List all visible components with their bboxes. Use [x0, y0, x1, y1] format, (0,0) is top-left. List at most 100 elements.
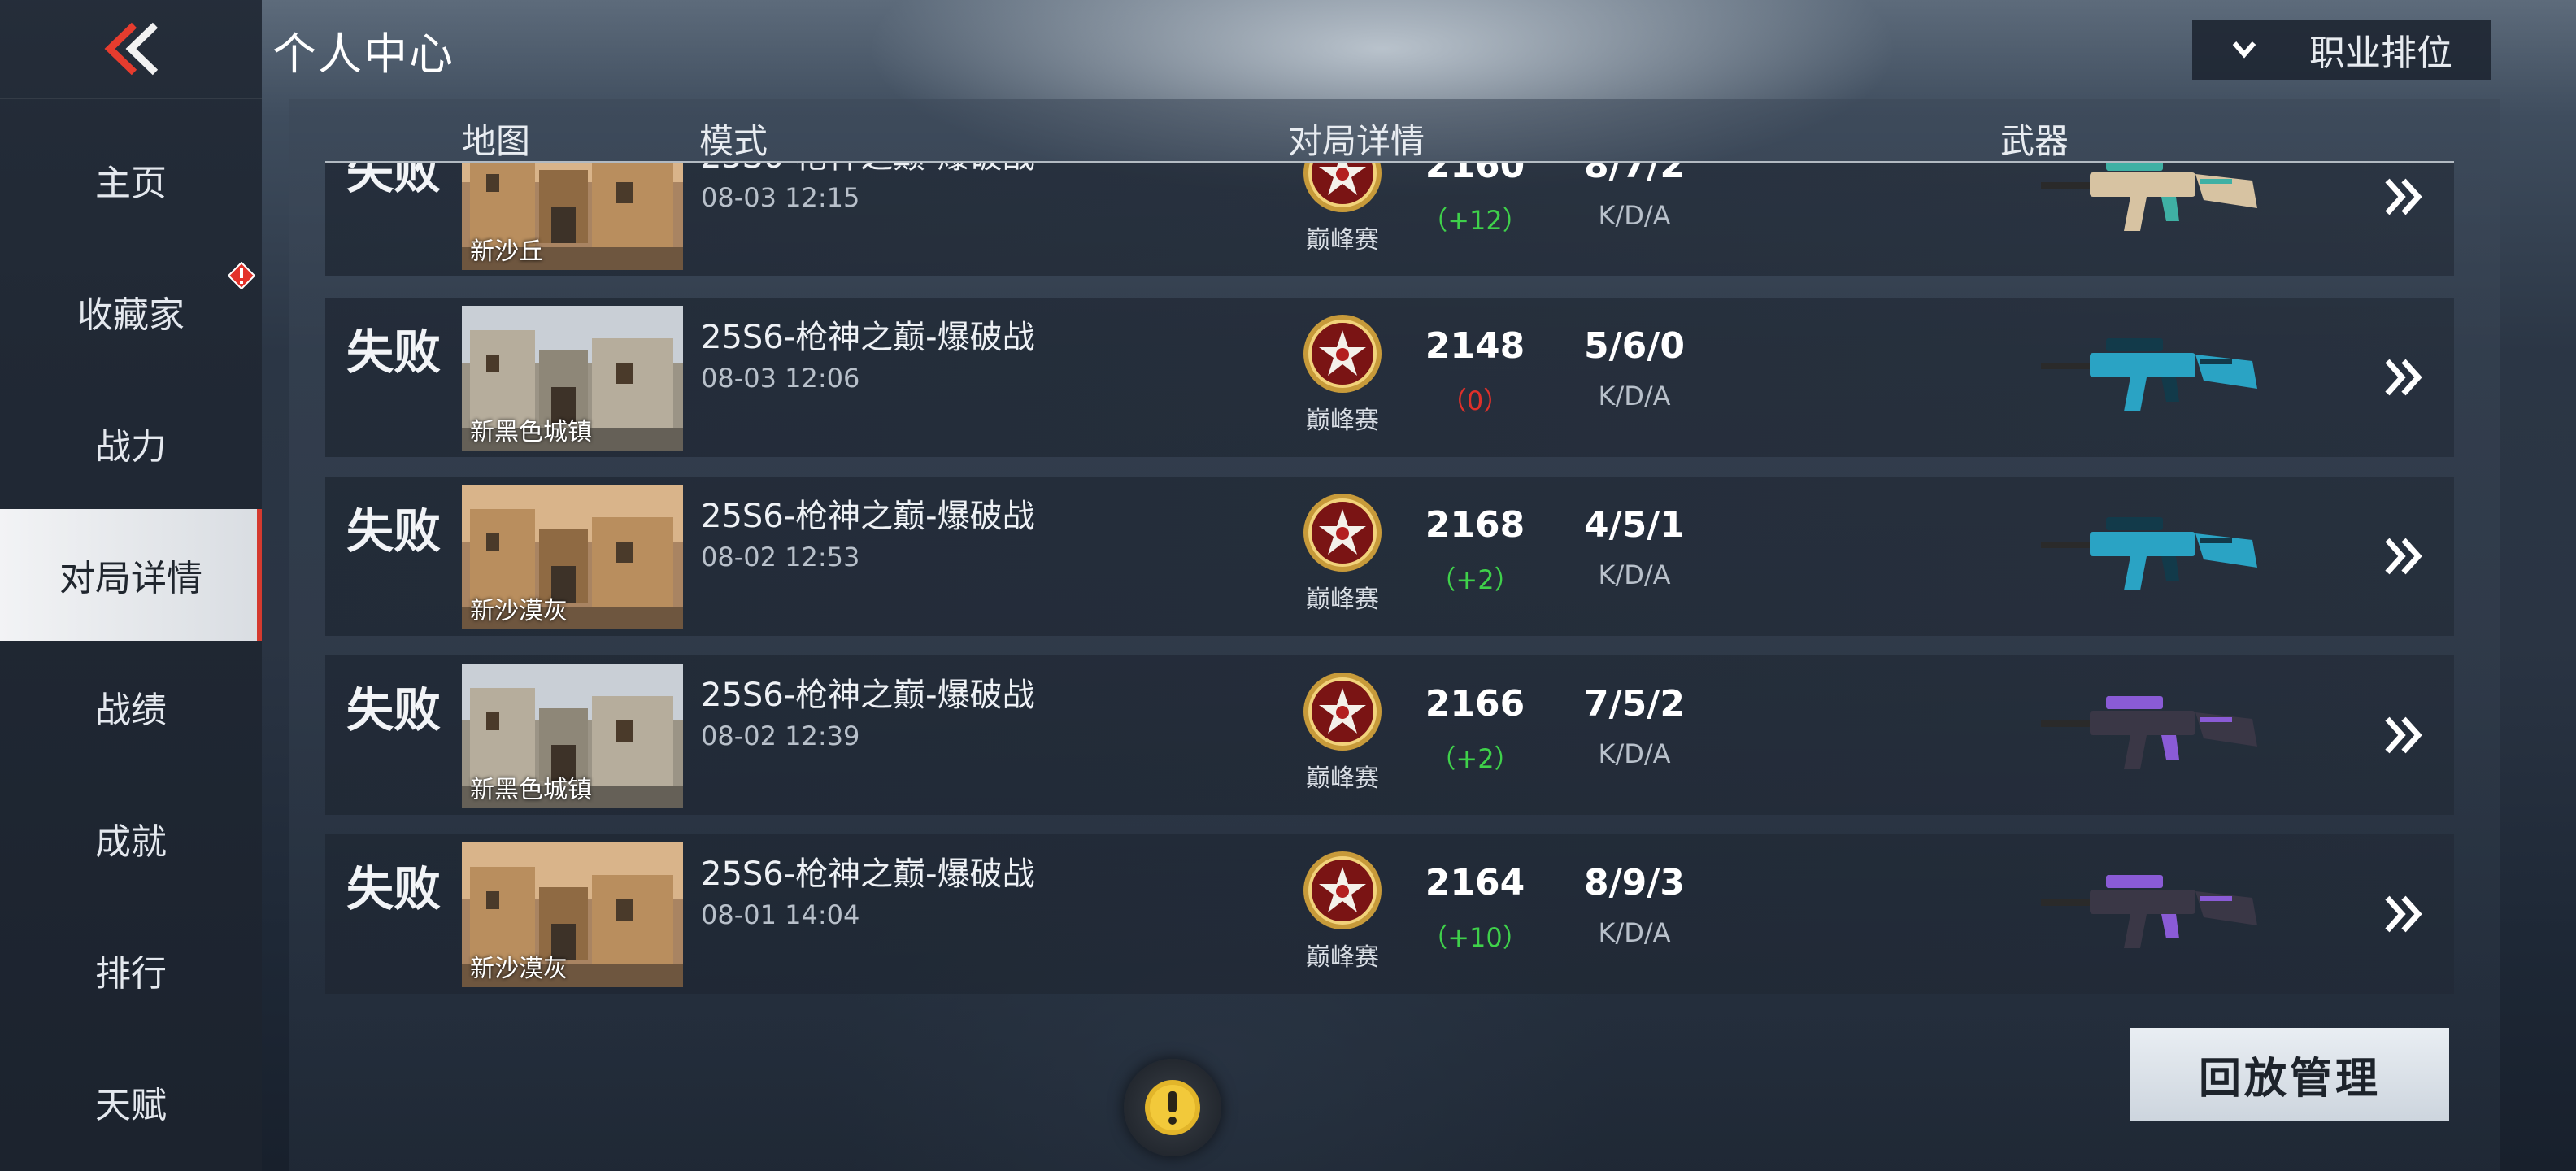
kda-label: K/D/A	[1598, 381, 1671, 411]
double-chevron-right-icon	[2385, 178, 2422, 215]
sidebar-item[interactable]: 战力	[0, 377, 262, 509]
weapon-icon	[2041, 517, 2257, 590]
double-chevron-right-icon	[2385, 716, 2422, 754]
exclamation-icon	[1145, 1080, 1200, 1135]
kda-value: 7/5/2	[1584, 683, 1685, 725]
chevron-down-icon	[2232, 41, 2256, 59]
match-result: 失败	[346, 682, 442, 738]
double-chevron-left-icon	[104, 22, 159, 76]
match-mode: 25S6-枪神之巅-爆破战	[701, 855, 1035, 893]
map-thumbnail: 新沙漠灰	[462, 842, 683, 987]
ranked-mode-dropdown[interactable]: 职业排位	[2192, 20, 2491, 80]
sidebar-item-label: 收藏家	[77, 294, 185, 336]
sidebar-item-label: 对局详情	[59, 558, 202, 599]
map-thumbnail: 新沙丘	[462, 163, 683, 270]
kda-label: K/D/A	[1598, 200, 1671, 231]
match-detail-button[interactable]	[2371, 345, 2436, 410]
alert-badge-icon	[228, 262, 255, 289]
map-thumbnail: 新黑色城镇	[462, 664, 683, 808]
weapon-icon	[2041, 338, 2257, 411]
rank-score: 2166	[1425, 683, 1525, 725]
sidebar-item[interactable]: 对局详情	[0, 509, 262, 641]
weapon-icon	[2041, 696, 2257, 769]
match-row[interactable]: 失败 新黑色城镇 25S6-枪神之巅-爆破战 08-03 12:06 巅峰赛 2148 （0…	[325, 298, 2454, 457]
match-detail-button[interactable]	[2371, 882, 2436, 947]
map-name: 新沙漠灰	[470, 597, 568, 625]
map-thumbnail: 新黑色城镇	[462, 306, 683, 451]
map-name: 新沙漠灰	[470, 955, 568, 983]
sidebar-item-label: 战绩	[95, 690, 167, 731]
match-detail-button[interactable]	[2371, 164, 2436, 229]
rank-score: 2160	[1425, 163, 1525, 186]
match-result: 失败	[346, 163, 442, 199]
match-time: 08-02 12:53	[701, 542, 860, 572]
match-type-label: 巅峰赛	[1306, 586, 1379, 614]
sidebar-item[interactable]: 战绩	[0, 641, 262, 773]
weapon-icon	[2041, 875, 2257, 948]
sidebar-nav: 主页收藏家战力对局详情战绩成就排行天赋	[0, 114, 262, 1168]
match-row[interactable]: 失败新黑色城镇 25S6-枪神之巅-爆破战 08-02 12:39 巅峰赛 2166 （+…	[325, 655, 2454, 815]
map-name: 新黑色城镇	[470, 418, 592, 446]
rank-score: 2148	[1425, 325, 1525, 367]
kda-value: 5/6/0	[1584, 325, 1685, 367]
kda-value: 8/7/2	[1584, 163, 1685, 186]
peak-match-medal-icon	[1303, 673, 1382, 751]
sidebar-item-label: 排行	[95, 953, 167, 995]
match-row[interactable]: 失败 新沙漠灰 25S6-枪神之巅-爆破战 08-02 12:53 巅峰赛 2168 （+2…	[325, 477, 2454, 636]
map-name: 新黑色城镇	[470, 776, 592, 804]
sidebar-item[interactable]: 天赋	[0, 1036, 262, 1168]
match-time: 08-03 12:06	[701, 363, 860, 394]
kda-value: 8/9/3	[1584, 862, 1685, 903]
sidebar-item[interactable]: 收藏家	[0, 246, 262, 377]
double-chevron-right-icon	[2385, 538, 2422, 575]
sidebar-item-label: 战力	[95, 426, 167, 468]
sidebar: 主页收藏家战力对局详情战绩成就排行天赋	[0, 0, 262, 1171]
score-delta: （+12）	[1421, 205, 1529, 236]
match-mode: 25S6-枪神之巅-爆破战	[701, 319, 1035, 356]
match-time: 08-02 12:39	[701, 720, 860, 751]
match-mode: 25S6-枪神之巅-爆破战	[701, 163, 1035, 177]
column-header-map: 地图	[462, 121, 531, 161]
match-list[interactable]: 失败新沙丘25S6-枪神之巅-爆破战08-03 12:15巅峰赛2160（+12…	[325, 163, 2454, 1000]
map-name: 新沙丘	[470, 237, 543, 266]
match-type-label: 巅峰赛	[1306, 764, 1379, 793]
sidebar-item[interactable]: 排行	[0, 904, 262, 1036]
rank-score: 2168	[1425, 504, 1525, 546]
peak-match-medal-icon	[1303, 494, 1382, 572]
match-type-label: 巅峰赛	[1306, 226, 1379, 255]
peak-match-medal-icon	[1303, 851, 1382, 929]
match-result: 失败	[346, 861, 442, 916]
match-mode: 25S6-枪神之巅-爆破战	[701, 498, 1035, 535]
sidebar-item-label: 天赋	[95, 1085, 167, 1126]
double-chevron-right-icon	[2385, 895, 2422, 933]
match-mode: 25S6-枪神之巅-爆破战	[701, 677, 1035, 714]
kda-label: K/D/A	[1598, 738, 1671, 769]
replay-management-button[interactable]: 回放管理	[2130, 1028, 2449, 1121]
match-row[interactable]: 失败 新沙漠灰 25S6-枪神之巅-爆破战 08-01 14:04 巅峰赛 2164 （+1…	[325, 834, 2454, 994]
alert-button[interactable]	[1124, 1059, 1221, 1156]
kda-label: K/D/A	[1598, 559, 1671, 590]
score-delta: （0）	[1440, 385, 1510, 416]
column-header-details: 对局详情	[1288, 121, 1425, 161]
match-detail-button[interactable]	[2371, 703, 2436, 768]
match-type-label: 巅峰赛	[1306, 943, 1379, 972]
match-row[interactable]: 失败新沙丘 25S6-枪神之巅-爆破战 08-03 12:15 巅峰赛 2160 （+12…	[325, 163, 2454, 276]
score-delta: （+10）	[1421, 922, 1529, 953]
sidebar-item[interactable]: 成就	[0, 773, 262, 904]
ranked-mode-label: 职业排位	[2309, 33, 2452, 74]
column-header-mode: 模式	[699, 121, 768, 161]
back-button[interactable]	[0, 0, 262, 99]
match-time: 08-03 12:15	[701, 182, 860, 213]
page-title: 个人中心	[272, 28, 455, 80]
match-detail-button[interactable]	[2371, 524, 2436, 589]
match-result: 失败	[346, 324, 442, 380]
map-thumbnail: 新沙漠灰	[462, 485, 683, 629]
column-header-weapon: 武器	[2000, 121, 2069, 161]
sidebar-item[interactable]: 主页	[0, 114, 262, 246]
score-delta: （+2）	[1429, 743, 1521, 774]
kda-value: 4/5/1	[1584, 504, 1685, 546]
double-chevron-right-icon	[2385, 359, 2422, 396]
match-time: 08-01 14:04	[701, 899, 860, 930]
match-result: 失败	[346, 503, 442, 559]
weapon-icon	[2041, 163, 2257, 231]
